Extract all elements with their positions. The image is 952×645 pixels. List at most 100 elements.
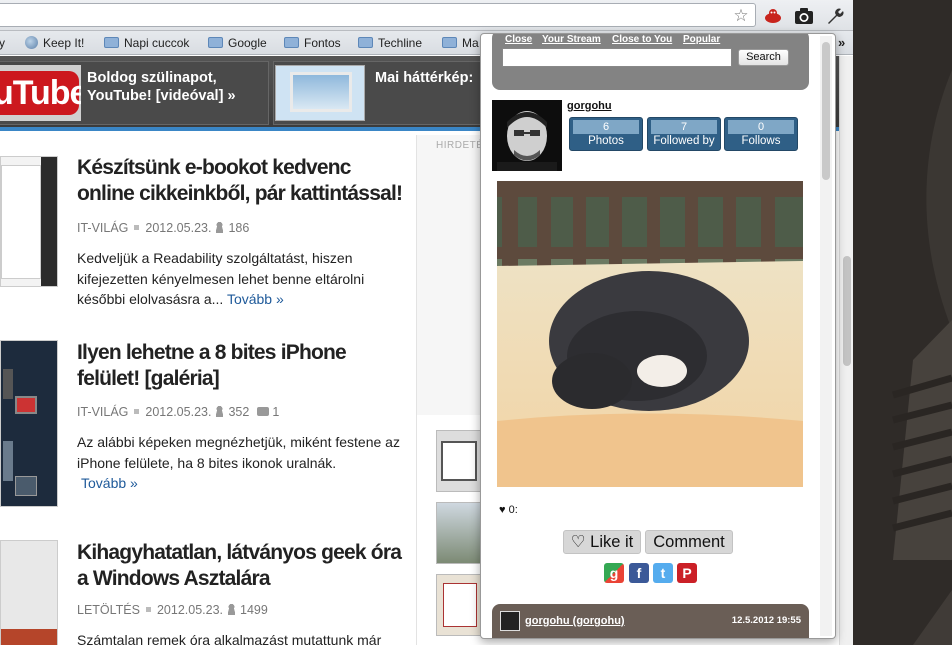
- comment-avatar[interactable]: [500, 611, 520, 631]
- bookmark-star-icon[interactable]: ☆: [731, 6, 751, 26]
- sidebar-thumbnail[interactable]: [436, 430, 482, 492]
- sidebar-thumbnail[interactable]: [436, 502, 482, 564]
- bookmark-folder-napi-cuccok[interactable]: Napi cuccok: [104, 35, 189, 51]
- article-thumbnail[interactable]: [0, 540, 58, 645]
- address-bar[interactable]: [0, 3, 756, 27]
- views-icon: [215, 222, 225, 233]
- views-icon: [215, 406, 225, 417]
- article-views: 352: [228, 405, 250, 419]
- bookmark-folder-google[interactable]: Google: [208, 35, 267, 51]
- extension-popup: Close Your Stream Close to You Popular S…: [480, 33, 836, 639]
- profile-username[interactable]: gorgohu: [567, 100, 612, 112]
- folder-icon: [284, 37, 299, 48]
- read-more-link[interactable]: Tovább »: [227, 291, 284, 307]
- article-date: 2012.05.23.: [145, 405, 212, 419]
- bookmark-item-keep-it[interactable]: Keep It!: [25, 35, 84, 51]
- stat-photos[interactable]: 6 Photos: [569, 117, 643, 151]
- article-date: 2012.05.23.: [145, 221, 212, 235]
- folder-icon: [442, 37, 457, 48]
- page-scrollbar-thumb[interactable]: [843, 256, 851, 366]
- article-excerpt: Kedveljük a Readability szolgáltatást, h…: [77, 250, 365, 307]
- facebook-icon[interactable]: f: [629, 563, 649, 583]
- bookmarks-overflow-chevron[interactable]: »: [838, 35, 845, 50]
- article-item: Kihagyhatatlan, látványos geek óra a Win…: [0, 540, 416, 645]
- laptop-screen: [290, 72, 352, 112]
- popup-nav-close[interactable]: Close: [505, 34, 532, 45]
- ad-area: [417, 135, 487, 415]
- avatar[interactable]: [492, 100, 562, 171]
- page-scrollbar[interactable]: [839, 56, 853, 645]
- stat-follows-label: Follows: [741, 135, 781, 147]
- twitter-icon[interactable]: t: [653, 563, 673, 583]
- popup-search-button[interactable]: Search: [738, 49, 789, 66]
- ad-label: HIRDETÉ: [436, 140, 484, 151]
- article-category[interactable]: IT-VILÁG: [77, 221, 128, 235]
- bookmark-item[interactable]: y: [0, 35, 5, 51]
- address-toolbar: ☆: [0, 0, 853, 31]
- pinterest-icon[interactable]: P: [677, 563, 697, 583]
- heart-outline-icon: ♡: [570, 533, 586, 551]
- featured-card-wallpaper[interactable]: Mai háttérkép:: [273, 61, 485, 125]
- read-more-link[interactable]: Tovább »: [81, 475, 138, 491]
- bookmark-folder-ma[interactable]: Ma: [442, 35, 479, 51]
- stat-follows[interactable]: 0 Follows: [724, 117, 798, 151]
- featured-title-2[interactable]: Mai háttérkép:: [375, 69, 495, 87]
- popup-nav-close-to-you[interactable]: Close to You: [612, 34, 672, 45]
- article-item: Készítsünk e-bookot kedvenc online cikke…: [0, 155, 416, 325]
- popup-scrollbar[interactable]: [820, 36, 832, 636]
- article-category[interactable]: LETÖLTÉS: [77, 603, 140, 617]
- popup-scrollbar-thumb[interactable]: [822, 42, 830, 180]
- wrench-icon[interactable]: [825, 7, 845, 27]
- popup-header: Close Your Stream Close to You Popular S…: [492, 34, 809, 90]
- article-title[interactable]: Kihagyhatatlan, látványos geek óra a Win…: [77, 540, 407, 592]
- comment-button[interactable]: Comment: [645, 530, 733, 554]
- stat-photos-count: 6: [573, 120, 639, 134]
- youtube-thumbnail: uTube: [0, 65, 81, 121]
- stat-followed-by[interactable]: 7 Followed by: [647, 117, 721, 151]
- article-date: 2012.05.23.: [156, 603, 224, 617]
- article-excerpt: Az alábbi képeken megnézhetjük, miként f…: [77, 434, 400, 491]
- photo[interactable]: [497, 181, 803, 487]
- stat-followed-by-label: Followed by: [653, 135, 715, 147]
- featured-title-1[interactable]: Boldog szülinapot, YouTube! [videóval] »: [87, 69, 267, 105]
- article-meta: LETÖLTÉS 2012.05.23. 1499: [77, 603, 268, 617]
- article-item: Ilyen lehetne a 8 bites iPhone felület! …: [0, 340, 416, 520]
- stat-follows-count: 0: [728, 120, 794, 134]
- stat-followed-by-count: 7: [651, 120, 717, 134]
- likes-count: 0:: [508, 504, 518, 516]
- article-comments[interactable]: 1: [272, 405, 279, 419]
- article-category[interactable]: IT-VILÁG: [77, 405, 128, 419]
- article-thumbnail[interactable]: [0, 156, 58, 287]
- folder-icon: [208, 37, 223, 48]
- heart-icon: ♥: [499, 504, 506, 516]
- extension-icon[interactable]: [763, 7, 783, 27]
- bookmark-folder-fontos[interactable]: Fontos: [284, 35, 341, 51]
- article-meta: IT-VILÁG 2012.05.23. 186: [77, 221, 249, 235]
- laptop-thumbnail: [275, 65, 365, 121]
- featured-card-youtube[interactable]: uTube Boldog szülinapot, YouTube! [videó…: [0, 61, 269, 125]
- views-icon: [227, 604, 237, 615]
- popup-search-input[interactable]: [502, 48, 732, 67]
- popup-nav-popular[interactable]: Popular: [683, 34, 720, 45]
- bookmark-folder-techline[interactable]: Techline: [358, 35, 422, 51]
- comment-bar: gorgohu (gorgohu) 12.5.2012 19:55: [492, 604, 809, 638]
- article-views: 186: [228, 221, 250, 235]
- google-icon[interactable]: g: [604, 563, 624, 583]
- camera-icon[interactable]: [794, 7, 814, 27]
- like-button[interactable]: ♡ Like it: [563, 530, 641, 554]
- article-thumbnail[interactable]: [0, 340, 58, 507]
- popup-nav-your-stream[interactable]: Your Stream: [542, 34, 601, 45]
- likes-line: ♥ 0:: [499, 504, 518, 516]
- sidebar-thumbnail[interactable]: [436, 574, 482, 636]
- article-title[interactable]: Készítsünk e-bookot kedvenc online cikke…: [77, 155, 407, 207]
- folder-icon: [104, 37, 119, 48]
- globe-icon: [25, 36, 38, 49]
- article-views: 1499: [240, 603, 268, 617]
- article-title[interactable]: Ilyen lehetne a 8 bites iPhone felület! …: [77, 340, 407, 392]
- article-meta: IT-VILÁG 2012.05.23. 352 1: [77, 405, 279, 419]
- stat-photos-label: Photos: [588, 135, 624, 147]
- desktop-background: [853, 0, 952, 645]
- comment-username[interactable]: gorgohu (gorgohu): [525, 615, 625, 627]
- comment-date: 12.5.2012 19:55: [731, 615, 801, 626]
- folder-icon: [358, 37, 373, 48]
